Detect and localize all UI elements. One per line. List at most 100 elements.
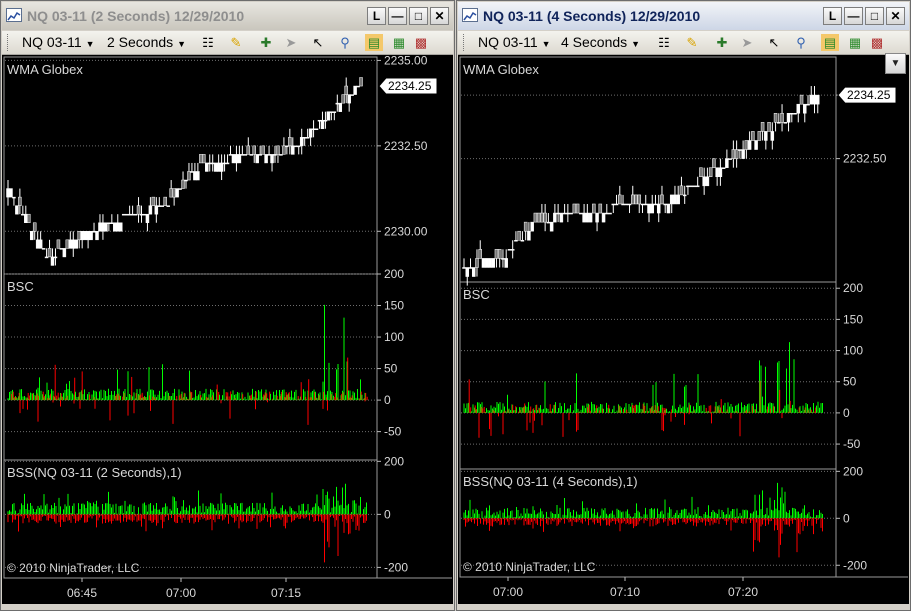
pin-icon[interactable]: ➤ [282, 34, 300, 51]
price-bar-body [228, 154, 233, 156]
price-bar-body [497, 249, 502, 259]
price-bar-body [118, 222, 123, 232]
y-tick-label: 0 [384, 393, 391, 407]
chevron-down-icon[interactable]: ▼ [885, 53, 906, 74]
crosshair-icon[interactable]: ✚ [713, 34, 731, 51]
chevron-down-icon: ▼ [631, 39, 640, 49]
price-bar-body [786, 113, 791, 123]
y-tick-label: 0 [384, 507, 391, 521]
price-bar-body [59, 248, 64, 250]
price-bar-body [53, 256, 58, 259]
price-bar-body [491, 258, 495, 268]
price-bar-body [556, 212, 560, 215]
price-bar-body [98, 222, 102, 232]
close-button[interactable]: ✕ [430, 7, 449, 25]
price-bar-body [175, 188, 179, 198]
price-bar-body [166, 205, 170, 207]
instrument-dropdown[interactable]: NQ 03-11 ▼ [478, 34, 550, 51]
price-bar-body [588, 212, 593, 223]
price-bar-body [799, 94, 804, 105]
panel-border [459, 281, 837, 470]
title-bar[interactable]: NQ 03-11 (2 Seconds) 12/29/2010 L — □ ✕ [2, 2, 453, 30]
price-bar-body [172, 188, 176, 198]
price-bar-body [747, 140, 752, 150]
chart-window-right[interactable]: NQ 03-11 (4 Seconds) 12/29/2010 L — □ ✕ … [456, 0, 911, 611]
price-bar-body [95, 231, 99, 241]
price-bar-body [184, 179, 188, 182]
price-bar-body [741, 149, 745, 159]
price-bar-body [133, 213, 138, 216]
indicators-icon[interactable]: ▦ [390, 34, 408, 51]
price-bar-body [314, 128, 319, 131]
price-bar-body [264, 154, 268, 164]
price-bar-body [643, 203, 648, 206]
x-tick-label: 06:45 [67, 586, 97, 600]
chart-window-left[interactable]: NQ 03-11 (2 Seconds) 12/29/2010 L — □ ✕ … [0, 0, 455, 611]
pencil-icon[interactable]: ✎ [227, 34, 245, 51]
price-bar-body [288, 137, 292, 147]
window-title: NQ 03-11 (4 Seconds) 12/29/2010 [483, 8, 701, 24]
price-bar-body [618, 194, 622, 205]
price-bar-body [50, 256, 55, 266]
chart-canvas[interactable]: 2235.00 2232.50 2230.00 WMA Globex 200 150 100… [2, 55, 453, 604]
price-bar-body [255, 154, 259, 164]
copyright-text: © 2010 NinjaTrader, LLC [463, 560, 596, 574]
toolbar-grip[interactable] [463, 34, 467, 51]
price-bar-body [605, 212, 609, 215]
price-bar-body [282, 145, 286, 155]
price-bar-body [484, 258, 489, 268]
link-button[interactable]: L [823, 7, 842, 25]
chart-area[interactable]: 2235.00 2232.50 2230.00 WMA Globex 200 150 100… [2, 55, 453, 604]
link-button[interactable]: L [367, 7, 386, 25]
title-bar[interactable]: NQ 03-11 (4 Seconds) 12/29/2010 L — □ ✕ [458, 2, 909, 30]
price-bar-body [326, 111, 331, 121]
strategies-icon[interactable]: ▩ [868, 34, 886, 51]
interval-dropdown[interactable]: 4 Seconds ▼ [561, 34, 640, 51]
price-bar-body [139, 213, 144, 216]
toolbar-grip[interactable] [7, 34, 11, 51]
price-bar-body [169, 188, 173, 198]
interval-dropdown[interactable]: 2 Seconds ▼ [107, 34, 186, 51]
bar-type-icon[interactable]: ☷ [199, 34, 217, 51]
zoom-icon[interactable]: ⚲ [336, 34, 354, 51]
bar-type-icon[interactable]: ☷ [655, 34, 673, 51]
price-bar-body [708, 167, 713, 178]
price-bar-body [113, 222, 117, 232]
price-bar-body [231, 154, 236, 164]
pencil-icon[interactable]: ✎ [683, 34, 701, 51]
instrument-dropdown[interactable]: NQ 03-11 ▼ [22, 34, 94, 51]
price-bar-body [210, 162, 215, 165]
price-bar-body [592, 203, 596, 214]
price-bar-body [816, 94, 820, 105]
interval-label: 4 Seconds [561, 34, 628, 50]
price-bar-body [721, 167, 726, 169]
close-button[interactable]: ✕ [886, 7, 905, 25]
maximize-button[interactable]: □ [865, 7, 884, 25]
chart-style-icon[interactable]: ▤ [821, 34, 839, 51]
price-bar-body [44, 256, 49, 259]
price-bar-body [517, 230, 521, 241]
minimize-button[interactable]: — [844, 7, 863, 25]
maximize-button[interactable]: □ [409, 7, 428, 25]
price-bar-body [213, 162, 218, 172]
price-bar-body [27, 213, 31, 223]
price-bar-body [572, 203, 577, 214]
price-bar-body [770, 131, 775, 141]
pointer-icon[interactable]: ↖ [309, 34, 327, 51]
indicators-icon[interactable]: ▦ [846, 34, 864, 51]
pin-icon[interactable]: ➤ [738, 34, 756, 51]
zoom-icon[interactable]: ⚲ [792, 34, 810, 51]
crosshair-icon[interactable]: ✚ [257, 34, 275, 51]
price-bar-body [738, 149, 742, 151]
chart-area[interactable]: 2232.50 WMA Globex 200 150 100 50 0 -50 BSC 200 0 -… [458, 55, 909, 604]
strategies-icon[interactable]: ▩ [412, 34, 430, 51]
chart-style-icon[interactable]: ▤ [365, 34, 383, 51]
chart-app-icon [6, 8, 22, 22]
chevron-down-icon: ▼ [541, 39, 551, 49]
price-bar-body [335, 102, 340, 105]
minimize-button[interactable]: — [388, 7, 407, 25]
price-bar-body [56, 239, 61, 249]
price-bar-body [110, 222, 114, 224]
chart-canvas[interactable]: 2232.50 WMA Globex 200 150 100 50 0 -50 BSC 200 0 -… [458, 55, 909, 604]
pointer-icon[interactable]: ↖ [765, 34, 783, 51]
